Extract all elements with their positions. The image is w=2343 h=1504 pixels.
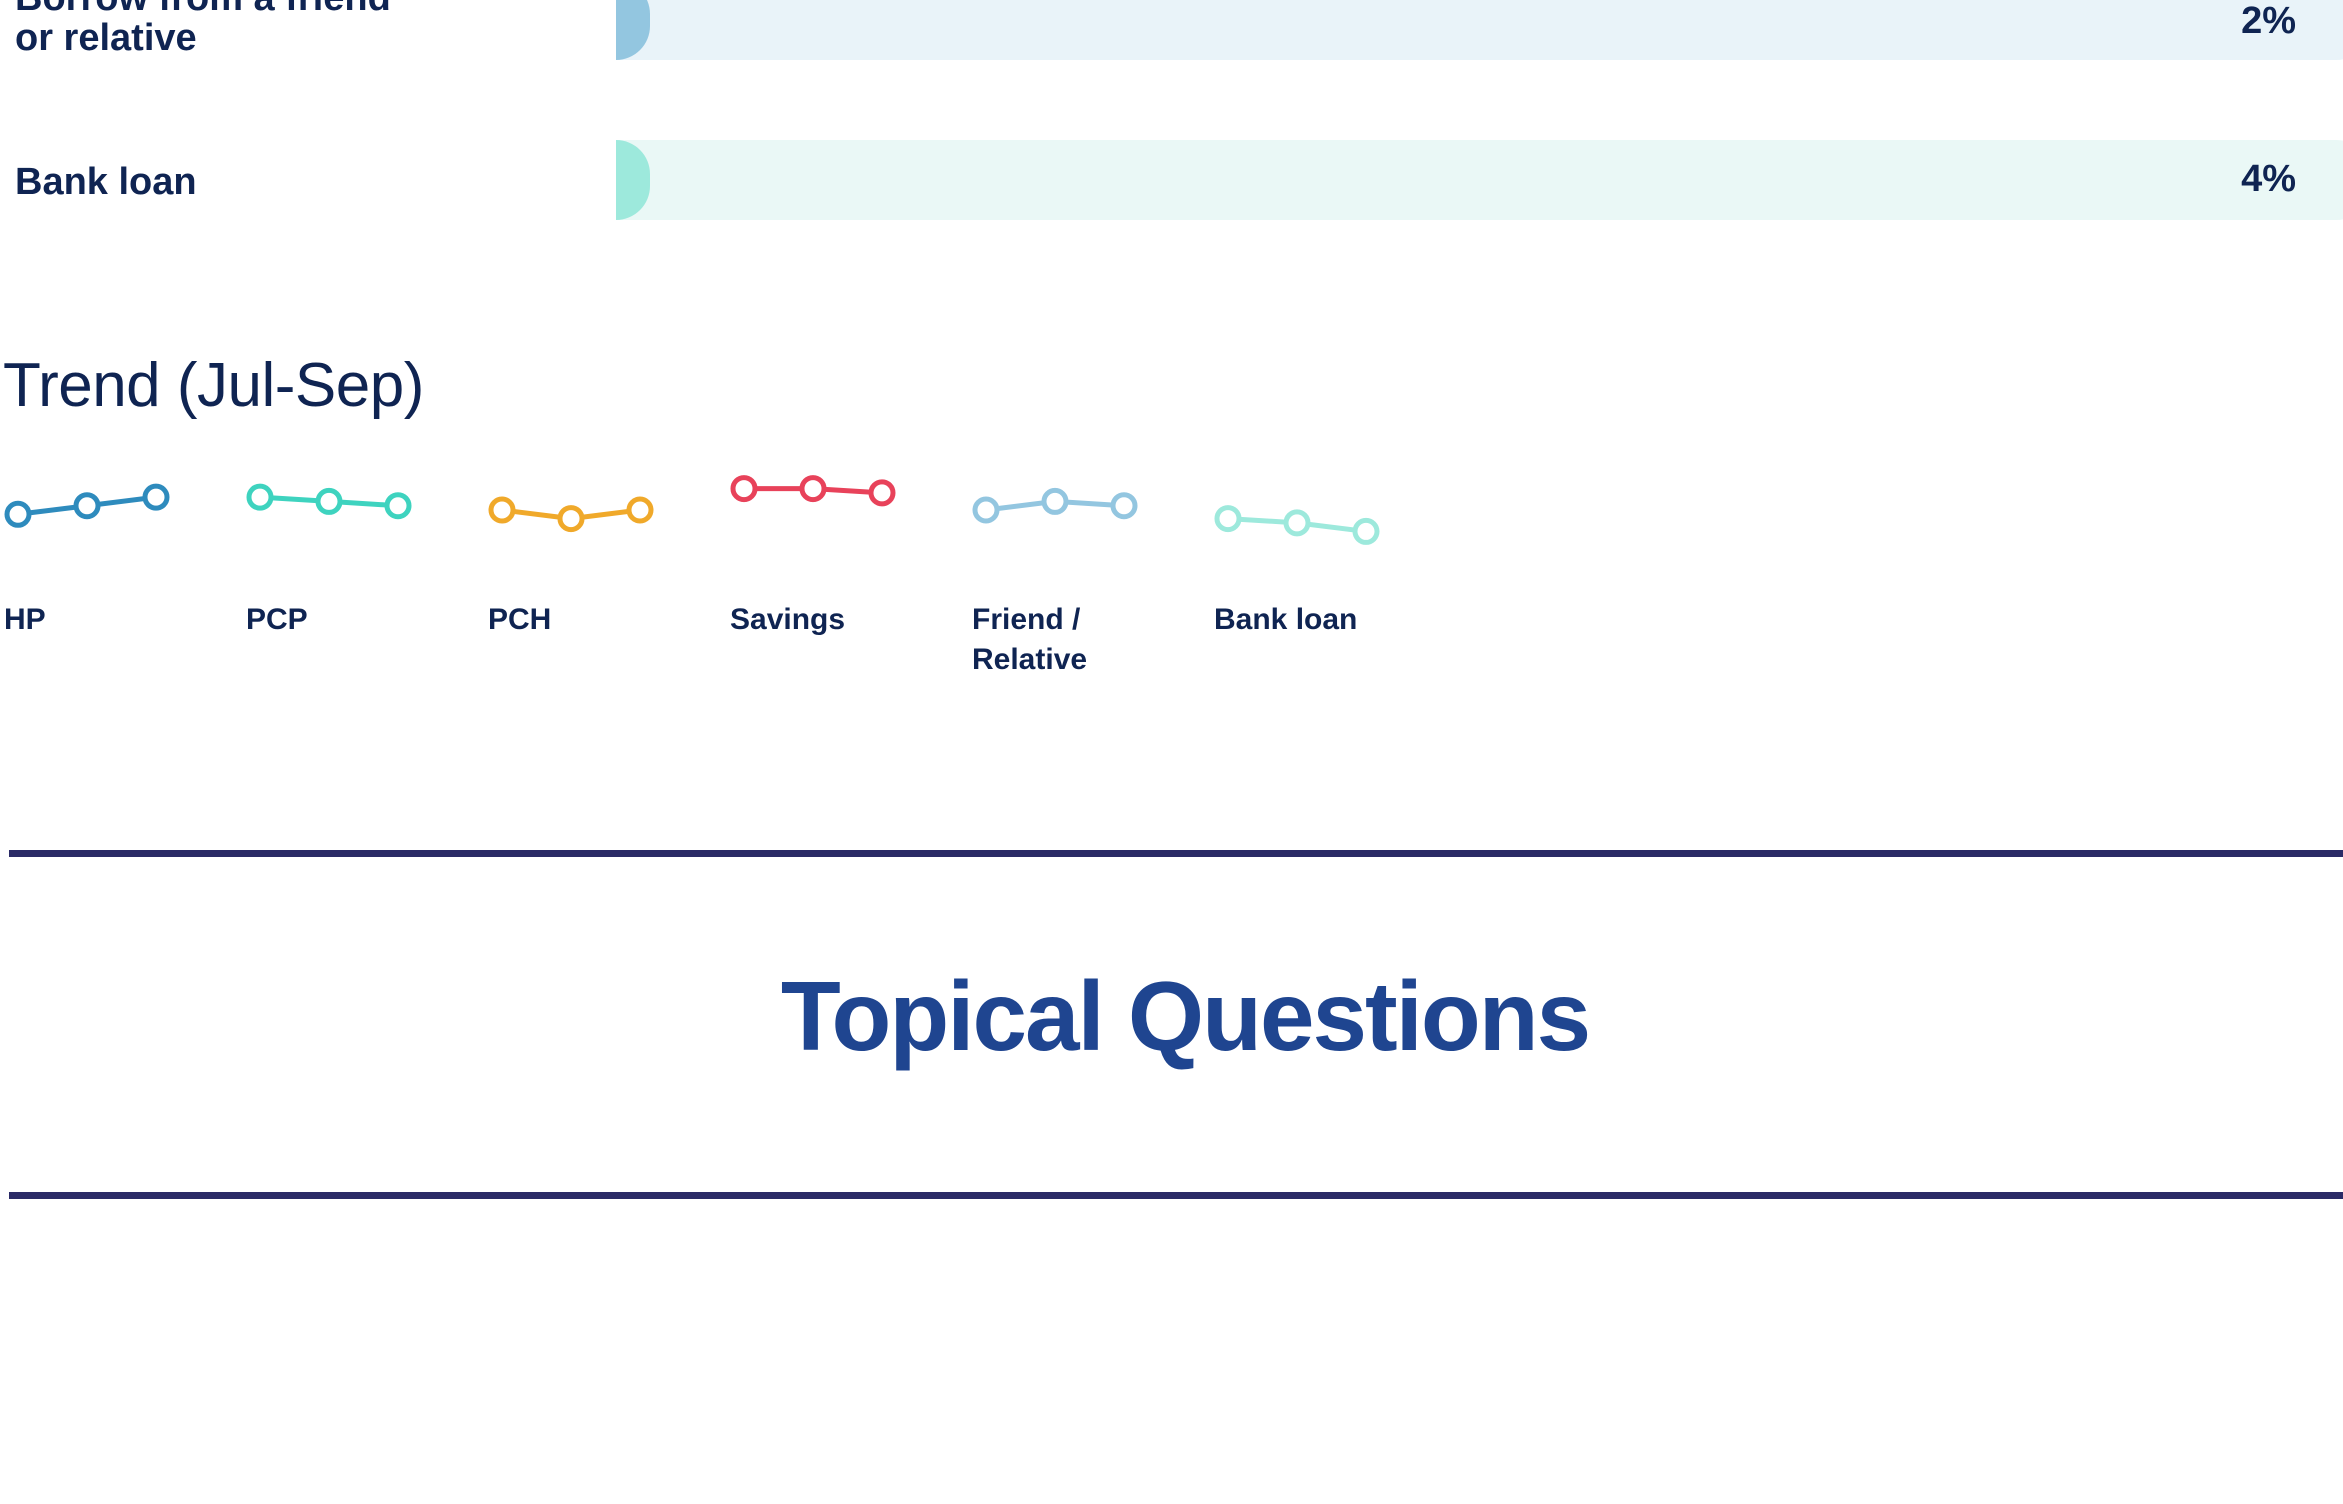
sparkline-point xyxy=(1283,509,1311,537)
divider-bottom xyxy=(9,1192,2343,1199)
sparkline-point xyxy=(1110,492,1138,520)
bar-track xyxy=(616,140,2343,220)
bar-value-label: 4% xyxy=(2241,158,2296,200)
sparkline-point xyxy=(730,475,758,503)
trend-legend-label: Savings xyxy=(730,603,846,636)
bar-fill xyxy=(616,0,650,60)
sparkline-point xyxy=(384,492,412,520)
sparkline-point xyxy=(142,483,170,511)
sparkline-point xyxy=(972,496,1000,524)
sparkline-point xyxy=(1352,517,1380,545)
bar-label: Bank loan xyxy=(15,161,197,203)
divider-top xyxy=(9,850,2343,857)
sparkline-point xyxy=(557,505,585,533)
sparkline-point xyxy=(246,483,274,511)
trend-legend-label: Friend / Relative xyxy=(972,603,1088,676)
sparkline-point xyxy=(315,487,343,515)
sparkline-point xyxy=(626,496,654,524)
bar-label: Borrow from a friend or relative xyxy=(15,0,391,59)
trend-legend-label: PCH xyxy=(488,603,552,636)
sparkline-point xyxy=(868,479,896,507)
trend-legend-label: PCP xyxy=(246,603,308,636)
trend-sparklines xyxy=(4,475,1380,545)
sparkline-point xyxy=(4,500,32,528)
bar-track xyxy=(616,0,2343,60)
bar-fill xyxy=(616,140,650,220)
sparkline-point xyxy=(488,496,516,524)
section-title: Topical Questions xyxy=(780,961,1591,1071)
sparkline-point xyxy=(799,475,827,503)
trend-legend-label: HP xyxy=(4,603,46,636)
trend-legend-label: Bank loan xyxy=(1214,603,1358,636)
sparkline-point xyxy=(73,492,101,520)
sparkline-point xyxy=(1214,505,1242,533)
sparkline-point xyxy=(1041,487,1069,515)
trend-title: Trend (Jul-Sep) xyxy=(3,351,424,420)
bar-value-label: 2% xyxy=(2241,0,2296,42)
